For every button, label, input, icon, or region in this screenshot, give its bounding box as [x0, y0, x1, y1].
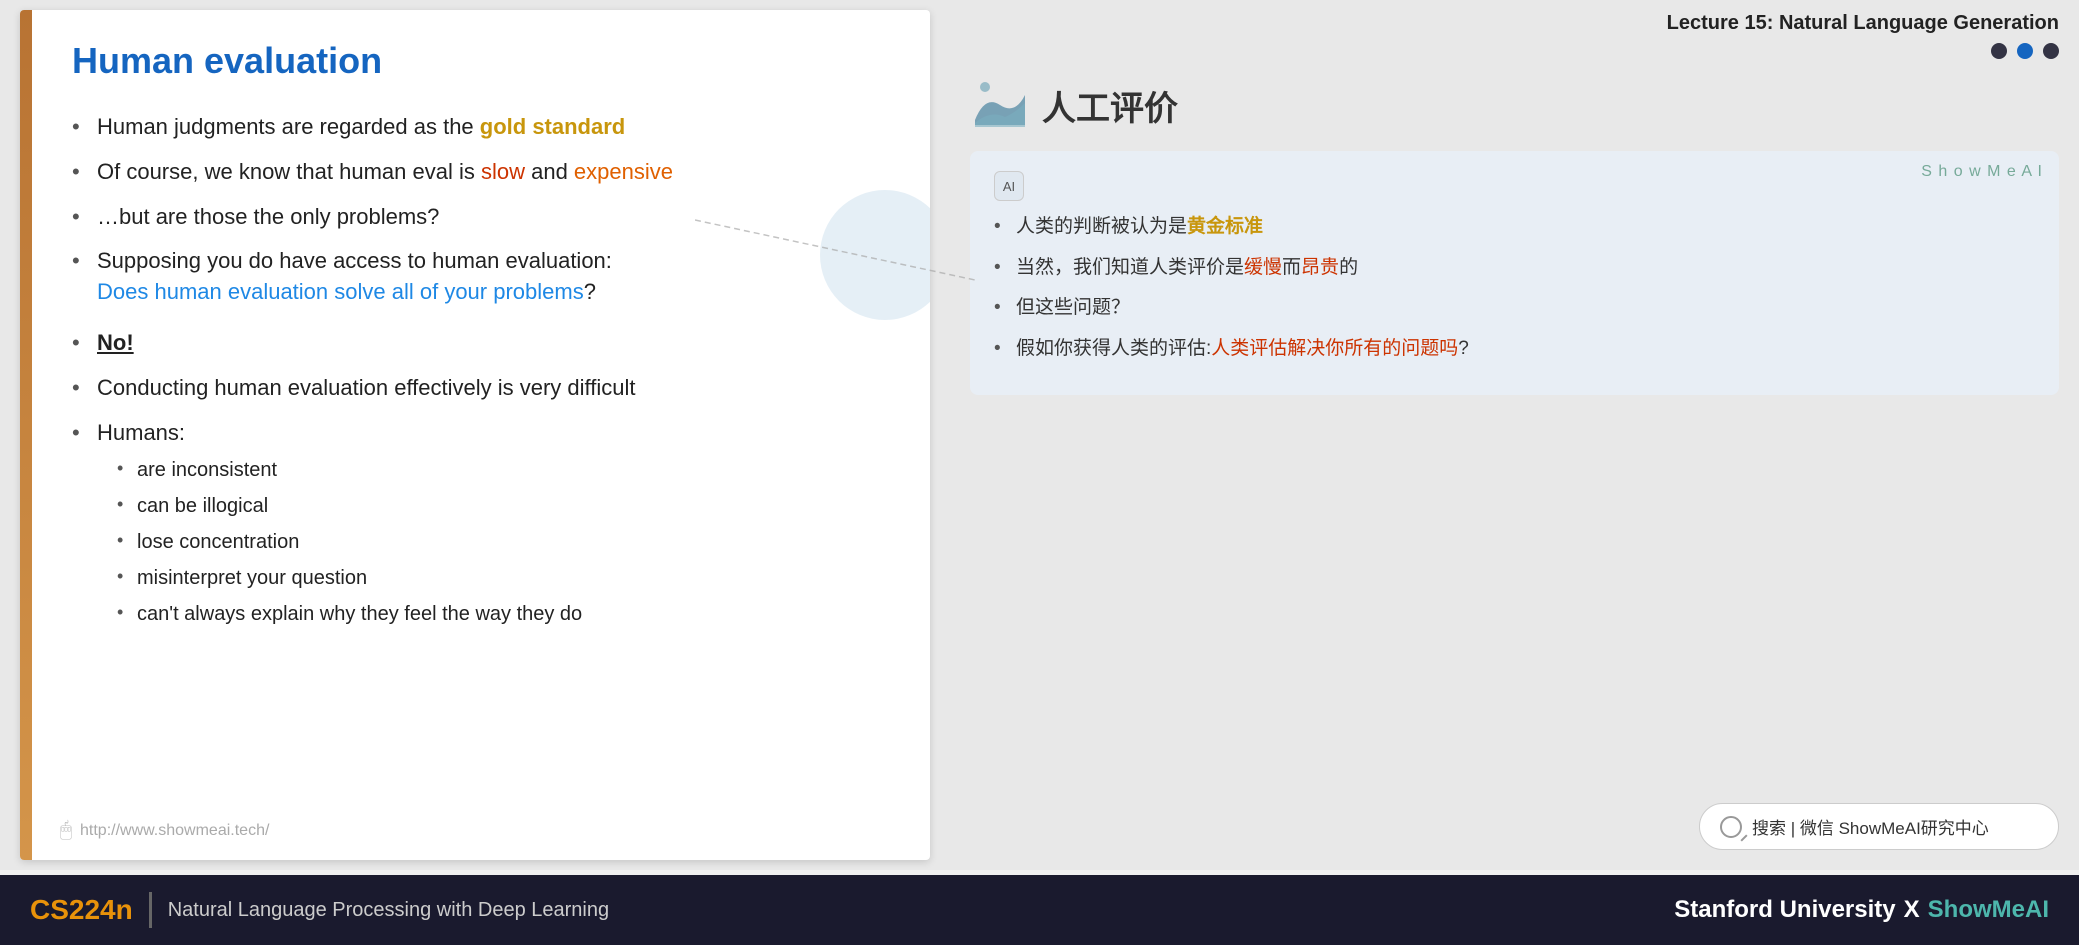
translation-card: AI S h o w M e A I 人类的判断被认为是黄金标准 当然，我们知道…	[970, 151, 2059, 395]
chinese-header: 人工评价	[970, 75, 2059, 135]
right-panel: Lecture 15: Natural Language Generation …	[950, 0, 2079, 870]
bottom-subtitle: Natural Language Processing with Deep Le…	[168, 899, 609, 922]
search-text: 搜索 | 微信 ShowMeAI研究中心	[1752, 814, 1989, 839]
slide-bullet-4: Supposing you do have access to human ev…	[72, 246, 890, 308]
bottom-bar: CS224n Natural Language Processing with …	[0, 875, 2079, 945]
search-area: 搜索 | 微信 ShowMeAI研究中心	[970, 793, 2059, 870]
slide-left-bar	[20, 10, 32, 860]
chinese-bullets: 人类的判断被认为是黄金标准 当然，我们知道人类评价是缓慢而昂贵的 但这些问题？ …	[994, 213, 2035, 363]
sub-bullet-5: can't always explain why they feel the w…	[117, 600, 890, 628]
ai-icon: AI	[994, 171, 1024, 201]
nav-dot-3[interactable]	[2043, 43, 2059, 59]
slide-bullet-6: Conducting human evaluation effectively …	[72, 373, 890, 404]
sub-bullet-3: lose concentration	[117, 528, 890, 556]
slide-bullet-7: Humans: are inconsistent can be illogica…	[72, 418, 890, 629]
slide-bullet-1: Human judgments are regarded as the gold…	[72, 112, 890, 143]
x-separator: X	[1904, 896, 1920, 924]
nav-dot-2[interactable]	[2017, 43, 2033, 59]
slide-bullet-5: No!	[72, 328, 890, 359]
slide-sub-bullets: are inconsistent can be illogical lose c…	[117, 456, 890, 628]
cn-bullet-1: 人类的判断被认为是黄金标准	[994, 213, 2035, 242]
bottom-cs-label: CS224n	[30, 894, 133, 926]
slide-title: Human evaluation	[72, 40, 890, 82]
bottom-right: Stanford University X ShowMeAI	[1674, 896, 2049, 924]
slide-footer: 🖱 http://www.showmeai.tech/	[60, 819, 269, 842]
lecture-title: Lecture 15: Natural Language Generation	[970, 0, 2059, 43]
chinese-icon	[970, 75, 1030, 135]
bottom-left: CS224n Natural Language Processing with …	[30, 892, 609, 928]
sub-bullet-1: are inconsistent	[117, 456, 890, 484]
footer-url: http://www.showmeai.tech/	[80, 822, 269, 840]
showmeai-badge: S h o w M e A I	[1921, 163, 2043, 181]
cn-bullet-3: 但这些问题？	[994, 294, 2035, 323]
chinese-section-title: 人工评价	[1042, 81, 1178, 130]
cn-bullet-2: 当然，我们知道人类评价是缓慢而昂贵的	[994, 254, 2035, 283]
bottom-separator	[149, 892, 152, 928]
cn-bullet-4: 假如你获得人类的评估:人类评估解决你所有的问题吗?	[994, 335, 2035, 364]
slide-bullets-bottom: No! Conducting human evaluation effectiv…	[72, 328, 890, 628]
nav-dot-1[interactable]	[1991, 43, 2007, 59]
slide-bullet-2: Of course, we know that human eval is sl…	[72, 157, 890, 188]
sub-bullet-4: misinterpret your question	[117, 564, 890, 592]
stanford-label: Stanford University	[1674, 896, 1895, 924]
showmeai-label: ShowMeAI	[1928, 896, 2049, 924]
sub-bullet-2: can be illogical	[117, 492, 890, 520]
search-icon	[1720, 816, 1742, 838]
dots-navigation	[970, 43, 2059, 59]
footer-icon: 🖱	[60, 819, 72, 842]
slide-panel: Human evaluation Human judgments are reg…	[20, 10, 930, 860]
search-bar[interactable]: 搜索 | 微信 ShowMeAI研究中心	[1699, 803, 2059, 850]
slide-bullets-top: Human judgments are regarded as the gold…	[72, 112, 890, 308]
slide-bullet-3: …but are those the only problems?	[72, 202, 890, 233]
